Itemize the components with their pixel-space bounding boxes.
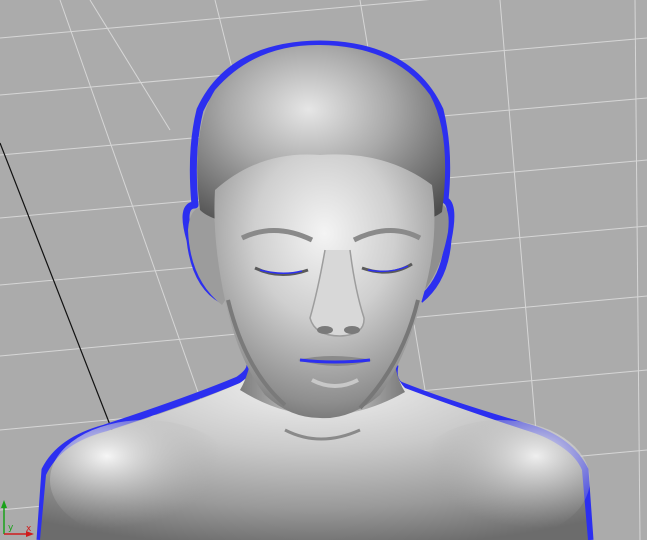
axis-triad: y x: [1, 500, 34, 537]
viewport-3d[interactable]: y x: [0, 0, 647, 540]
right-shoulder-highlight: [410, 420, 590, 540]
left-shoulder-highlight: [50, 420, 240, 540]
world-axis-line: [0, 142, 113, 431]
right-nostril: [344, 326, 360, 334]
y-axis-arrow: [1, 500, 7, 508]
left-nostril: [317, 326, 333, 334]
x-axis-label: x: [26, 524, 32, 534]
y-axis-label: y: [8, 523, 14, 533]
viewport-canvas[interactable]: y x: [0, 0, 647, 540]
